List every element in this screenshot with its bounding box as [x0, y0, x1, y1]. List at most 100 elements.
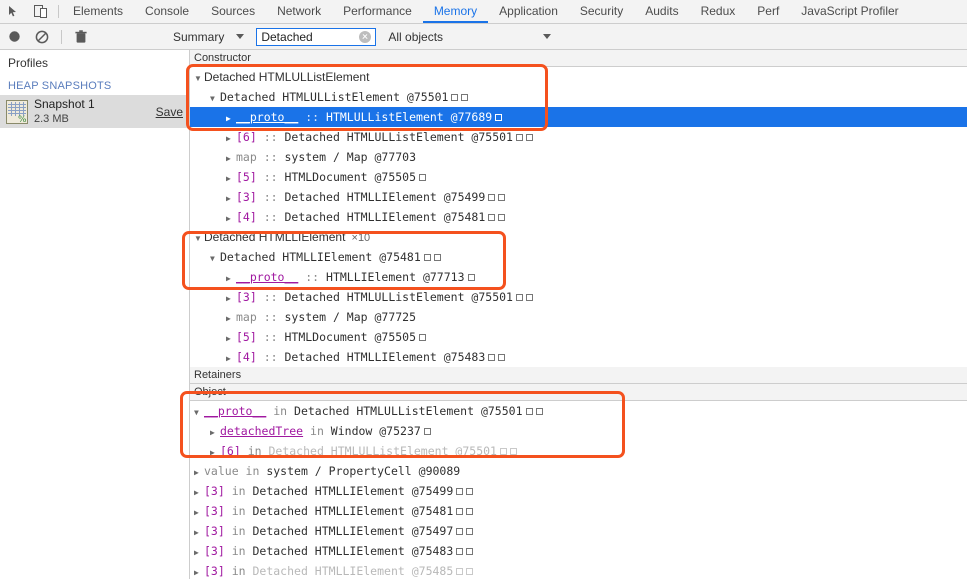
tab-perf[interactable]: Perf [746, 0, 790, 23]
triangle-right-icon[interactable]: ▶ [194, 503, 204, 523]
triangle-right-icon[interactable]: ▶ [226, 109, 236, 129]
retainer-row[interactable]: ▶detachedTree in Window @75237 [190, 421, 967, 441]
retainer-row[interactable]: ▶value in system / PropertyCell @90089 [190, 461, 967, 481]
constructor-row[interactable]: ▼Detached HTMLLIElement @75481 [190, 247, 967, 267]
sidebar-item-snapshot-1[interactable]: % Snapshot 1 2.3 MB Save [0, 95, 189, 128]
tab-label: Network [277, 4, 321, 18]
triangle-right-icon[interactable]: ▶ [210, 443, 220, 463]
row-property: [4] [236, 350, 257, 364]
retainer-row[interactable]: ▶[3] in Detached HTMLLIElement @75483 [190, 541, 967, 561]
triangle-right-icon[interactable]: ▶ [226, 149, 236, 169]
svg-text:%: % [18, 115, 27, 124]
constructor-row[interactable]: ▶[6] :: Detached HTMLULListElement @7550… [190, 127, 967, 147]
row-label: Detached HTMLLIElement @75481 [284, 210, 485, 224]
tab-elements[interactable]: Elements [62, 0, 134, 23]
snapshot-text: Snapshot 1 2.3 MB [34, 97, 156, 127]
view-select[interactable]: Summary [173, 30, 244, 44]
triangle-right-icon[interactable]: ▶ [226, 269, 236, 289]
constructor-row[interactable]: ▼Detached HTMLULListElement [190, 67, 967, 87]
tab-performance[interactable]: Performance [332, 0, 423, 23]
tab-memory[interactable]: Memory [423, 0, 488, 23]
row-label: Detached HTMLULListElement @75501 [294, 404, 522, 418]
row-property: __proto__ [236, 270, 298, 284]
constructor-row[interactable]: ▶[4] :: Detached HTMLLIElement @75483 [190, 347, 967, 367]
device-toolbar-icon[interactable] [27, 0, 54, 23]
triangle-right-icon[interactable]: ▶ [194, 523, 204, 543]
retainer-row[interactable]: ▶[3] in Detached HTMLLIElement @75481 [190, 501, 967, 521]
constructor-row[interactable]: ▶[5] :: HTMLDocument @75505 [190, 327, 967, 347]
row-count: ×10 [345, 232, 370, 244]
retainer-row[interactable]: ▶[6] in Detached HTMLULListElement @7550… [190, 441, 967, 461]
triangle-right-icon[interactable]: ▶ [226, 189, 236, 209]
row-label: Detached HTMLLIElement @75497 [252, 524, 453, 538]
triangle-down-icon[interactable]: ▼ [194, 229, 204, 249]
row-property: [3] [204, 544, 225, 558]
trash-icon[interactable] [67, 30, 95, 44]
object-badge-icon [498, 194, 505, 201]
tab-console[interactable]: Console [134, 0, 200, 23]
triangle-right-icon[interactable]: ▶ [210, 423, 220, 443]
constructor-row[interactable]: ▶map :: system / Map @77725 [190, 307, 967, 327]
row-separator: :: [257, 150, 285, 164]
triangle-right-icon[interactable]: ▶ [194, 563, 204, 579]
tab-label: JavaScript Profiler [801, 4, 898, 18]
class-filter-value: Detached [257, 30, 359, 44]
constructor-row[interactable]: ▼Detached HTMLULListElement @75501 [190, 87, 967, 107]
tab-javascript-profiler[interactable]: JavaScript Profiler [790, 0, 909, 23]
tab-application[interactable]: Application [488, 0, 569, 23]
tab-sources[interactable]: Sources [200, 0, 266, 23]
save-button[interactable]: Save [156, 105, 183, 119]
triangle-right-icon[interactable]: ▶ [226, 209, 236, 229]
triangle-right-icon[interactable]: ▶ [194, 463, 204, 483]
clear-icon[interactable] [359, 31, 371, 43]
constructor-row[interactable]: ▼Detached HTMLLIElement ×10 [190, 227, 967, 247]
triangle-right-icon[interactable]: ▶ [226, 309, 236, 329]
objects-select[interactable]: All objects [388, 30, 443, 44]
tab-network[interactable]: Network [266, 0, 332, 23]
retainer-row[interactable]: ▼__proto__ in Detached HTMLULListElement… [190, 401, 967, 421]
triangle-right-icon[interactable]: ▶ [226, 129, 236, 149]
row-label: Detached HTMLLIElement @75483 [284, 350, 485, 364]
tab-security[interactable]: Security [569, 0, 634, 23]
no-entry-icon[interactable] [28, 30, 56, 44]
row-separator: :: [257, 130, 285, 144]
object-badge-icon [456, 528, 463, 535]
inspect-element-icon[interactable] [0, 0, 27, 23]
triangle-right-icon[interactable]: ▶ [226, 349, 236, 369]
row-property: map [236, 150, 257, 164]
triangle-down-icon[interactable]: ▼ [210, 249, 220, 269]
triangle-right-icon[interactable]: ▶ [194, 483, 204, 503]
row-property: __proto__ [236, 110, 298, 124]
tab-label: Application [499, 4, 558, 18]
triangle-down-icon[interactable]: ▼ [194, 69, 204, 89]
class-filter-input[interactable]: Detached [256, 28, 376, 46]
objects-select-value: All objects [388, 30, 443, 44]
constructor-row[interactable]: ▶[4] :: Detached HTMLLIElement @75481 [190, 207, 967, 227]
object-badge-icon [536, 408, 543, 415]
retainers-column-header: Object [190, 384, 967, 401]
record-icon[interactable] [0, 30, 28, 43]
constructor-row[interactable]: ▶[3] :: Detached HTMLULListElement @7550… [190, 287, 967, 307]
object-badge-icon [456, 568, 463, 575]
chevron-down-icon[interactable] [543, 34, 551, 39]
constructor-row[interactable]: ▶map :: system / Map @77703 [190, 147, 967, 167]
memory-toolbar: Summary Detached All objects [0, 24, 967, 50]
constructor-row[interactable]: ▶[3] :: Detached HTMLLIElement @75499 [190, 187, 967, 207]
tab-audits[interactable]: Audits [634, 0, 689, 23]
retainer-row[interactable]: ▶[3] in Detached HTMLLIElement @75499 [190, 481, 967, 501]
constructor-row[interactable]: ▶__proto__ :: HTMLULListElement @77689 [190, 107, 967, 127]
row-property: [5] [236, 170, 257, 184]
triangle-right-icon[interactable]: ▶ [226, 289, 236, 309]
triangle-down-icon[interactable]: ▼ [194, 403, 204, 423]
constructor-row[interactable]: ▶__proto__ :: HTMLLIElement @77713 [190, 267, 967, 287]
triangle-right-icon[interactable]: ▶ [226, 329, 236, 349]
chevron-down-icon [236, 34, 244, 39]
tab-redux[interactable]: Redux [690, 0, 747, 23]
triangle-down-icon[interactable]: ▼ [210, 89, 220, 109]
triangle-right-icon[interactable]: ▶ [194, 543, 204, 563]
retainer-row[interactable]: ▶[3] in Detached HTMLLIElement @75497 [190, 521, 967, 541]
row-label: Detached HTMLULListElement @75501 [220, 90, 448, 104]
retainer-row[interactable]: ▶[3] in Detached HTMLLIElement @75485 [190, 561, 967, 579]
triangle-right-icon[interactable]: ▶ [226, 169, 236, 189]
constructor-row[interactable]: ▶[5] :: HTMLDocument @75505 [190, 167, 967, 187]
